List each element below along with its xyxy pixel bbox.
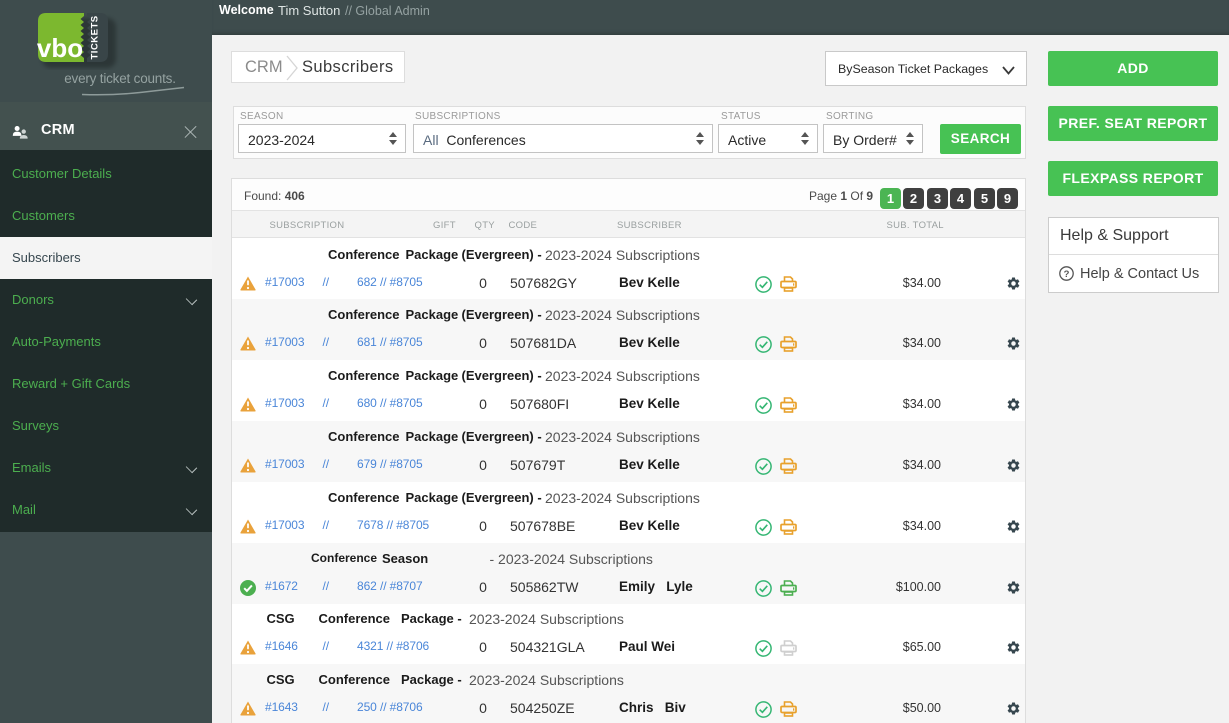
svg-text:vbo: vbo — [37, 33, 83, 63]
svg-text:?: ? — [1064, 269, 1070, 280]
svg-text:TICKETS: TICKETS — [90, 15, 101, 59]
